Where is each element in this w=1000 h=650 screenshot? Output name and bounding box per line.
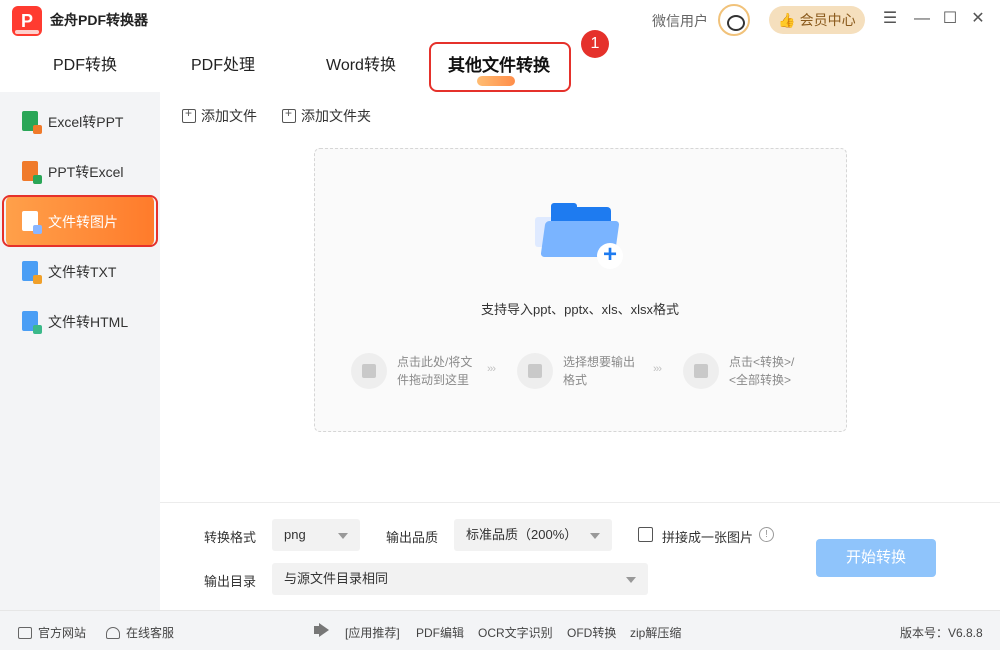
step-text: 点击此处/将文 件拖动到这里: [397, 355, 473, 387]
sidebar-item-label: Excel转PPT: [48, 114, 124, 130]
link-ocr[interactable]: OCR文字识别: [478, 624, 553, 641]
merge-checkbox[interactable]: [638, 527, 653, 542]
highlight-box-sidebar: [2, 195, 158, 247]
title-bar: P 金舟PDF转换器 微信用户 👍 会员中心 ☰ — ☐ ✕: [0, 0, 1000, 40]
support-label: 在线客服: [126, 626, 175, 640]
link-ofd-convert[interactable]: OFD转换: [567, 624, 616, 641]
version-text: 版本号：V6.8.8: [900, 626, 983, 640]
add-file-icon: [182, 106, 196, 123]
minimize-icon[interactable]: —: [912, 9, 932, 29]
output-settings: 转换格式 png 输出品质 标准品质（200%） 拼接成一张图片 ! 输出目录 …: [160, 502, 1000, 610]
content-area: 添加文件 添加文件夹 + 支持导入ppt、pptx、xls、xlsx格式 点击此…: [160, 92, 1000, 502]
chevron-down-icon: [338, 533, 348, 539]
official-website-link[interactable]: 官方网站: [18, 624, 86, 641]
convert-icon: [683, 353, 719, 389]
add-folder-button[interactable]: 添加文件夹: [282, 106, 371, 126]
online-support-link[interactable]: 在线客服: [106, 624, 174, 641]
merge-label[interactable]: 拼接成一张图片: [662, 527, 753, 546]
status-bar: 官方网站 在线客服 [应用推荐] PDF编辑 OCR文字识别 OFD转换 zip…: [0, 610, 1000, 650]
file-to-txt-icon: [22, 261, 42, 284]
step-text: 选择想要输出 格式: [563, 355, 636, 387]
add-file-button[interactable]: 添加文件: [182, 106, 257, 126]
format-select[interactable]: png: [272, 519, 360, 551]
vip-center-button[interactable]: 👍 会员中心: [769, 6, 865, 34]
thumb-up-icon: 👍: [778, 12, 796, 28]
output-dir-select[interactable]: 与源文件目录相同: [272, 563, 648, 595]
tab-pdf-process[interactable]: PDF处理: [168, 40, 278, 90]
start-convert-button[interactable]: 开始转换: [816, 539, 936, 577]
step-text: 点击<转换>/ <全部转换>: [729, 355, 795, 387]
txt-mini-icon: [33, 275, 42, 284]
tab-word-convert[interactable]: Word转换: [306, 40, 416, 90]
add-folder-icon: [282, 106, 296, 123]
excel-to-ppt-icon: [22, 111, 42, 134]
folder-add-icon: +: [535, 203, 623, 271]
close-icon[interactable]: ✕: [968, 9, 988, 29]
headset-icon: [106, 627, 120, 639]
add-file-label: 添加文件: [201, 108, 257, 124]
arrow-icon: ›››: [487, 363, 496, 375]
file-to-html-icon: [22, 311, 42, 334]
format-value: png: [284, 527, 306, 542]
step-badge-1: 1: [581, 30, 609, 58]
tab-pdf-convert[interactable]: PDF转换: [30, 40, 140, 90]
sidebar-item-excel-to-ppt[interactable]: Excel转PPT: [0, 96, 160, 146]
highlight-box-tab: [429, 42, 571, 92]
link-zip[interactable]: zip解压缩: [630, 624, 681, 641]
chevron-down-icon: [626, 577, 636, 583]
app-logo: P: [12, 6, 42, 36]
sidebar-item-file-to-txt[interactable]: 文件转TXT: [0, 246, 160, 296]
folder-open-icon: [351, 353, 387, 389]
avatar[interactable]: [718, 4, 750, 36]
output-dir-value: 与源文件目录相同: [284, 571, 389, 586]
megaphone-icon: [314, 623, 332, 637]
arrow-icon: ›››: [653, 363, 662, 375]
sidebar-item-label: PPT转Excel: [48, 164, 124, 180]
add-folder-label: 添加文件夹: [301, 108, 371, 124]
info-icon[interactable]: !: [759, 527, 774, 542]
ppt-to-excel-icon: [22, 161, 42, 184]
app-recommend-label: [应用推荐]: [345, 626, 400, 640]
logo-underline: [15, 30, 39, 34]
quality-label: 输出品质: [386, 530, 439, 545]
output-dir-label: 输出目录: [204, 574, 257, 589]
logo-letter: P: [20, 11, 33, 31]
quality-select[interactable]: 标准品质（200%）: [454, 519, 612, 551]
excel-mini-icon: [33, 175, 42, 184]
ppt-mini-icon: [33, 125, 42, 134]
app-title: 金舟PDF转换器: [50, 12, 148, 28]
plus-icon: +: [597, 243, 623, 269]
quality-value: 标准品质（200%）: [466, 527, 578, 542]
link-pdf-edit[interactable]: PDF编辑: [416, 624, 464, 641]
format-label: 转换格式: [204, 530, 257, 545]
file-dropzone[interactable]: + 支持导入ppt、pptx、xls、xlsx格式 点击此处/将文 件拖动到这里…: [314, 148, 847, 432]
website-label: 官方网站: [38, 626, 87, 640]
sidebar: Excel转PPT PPT转Excel 文件转图片 文件转TXT 文件转HTML: [0, 92, 160, 610]
html-mini-icon: [33, 325, 42, 334]
sidebar-item-label: 文件转HTML: [48, 314, 129, 330]
maximize-icon[interactable]: ☐: [940, 9, 960, 29]
vip-label: 会员中心: [799, 12, 856, 28]
user-name[interactable]: 微信用户: [652, 11, 708, 31]
sidebar-item-ppt-to-excel[interactable]: PPT转Excel: [0, 146, 160, 196]
menu-icon[interactable]: ☰: [880, 9, 900, 29]
sidebar-item-file-to-html[interactable]: 文件转HTML: [0, 296, 160, 346]
sidebar-item-label: 文件转TXT: [48, 264, 117, 280]
monitor-icon: [18, 627, 32, 639]
export-icon: [517, 353, 553, 389]
chevron-down-icon: [590, 533, 600, 539]
supported-formats-text: 支持导入ppt、pptx、xls、xlsx格式: [481, 302, 679, 317]
